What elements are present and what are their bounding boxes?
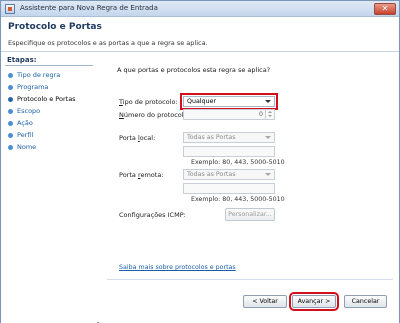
protocol-number-label: Número do protocolo:	[119, 111, 190, 119]
cancel-button[interactable]: Cancelar	[344, 295, 387, 308]
page-title: Protocolo e Portas	[8, 22, 102, 32]
next-button[interactable]: Avançar >	[289, 292, 339, 311]
remote-port-value: Todas as Portas	[187, 171, 236, 178]
step-bullet-icon	[8, 85, 13, 90]
step-label: Escopo	[17, 107, 41, 115]
steps-heading: Etapas:	[7, 56, 37, 64]
content-panel: A que portas e protocolos esta regra se …	[99, 53, 399, 323]
protocol-number-stepper[interactable]: 0	[183, 109, 275, 120]
footer-divider	[107, 279, 393, 280]
step-perfil[interactable]: Perfil	[6, 130, 94, 141]
step-bullet-icon	[8, 97, 13, 102]
firewall-app-icon	[5, 4, 15, 14]
wizard-window: Assistente para Nova Regra de Entrada ✕ …	[0, 0, 400, 323]
step-programa[interactable]: Programa	[6, 82, 94, 93]
steps-divider	[5, 65, 93, 66]
local-port-input[interactable]	[183, 146, 275, 157]
local-port-label: Porta local:	[119, 134, 156, 142]
spinner-arrows-icon[interactable]	[265, 110, 274, 119]
step-bullet-icon	[8, 145, 13, 150]
icmp-settings-label: Configurações ICMP:	[119, 211, 186, 219]
protocol-number-value: 0	[258, 111, 263, 118]
remote-port-label: Porta remota:	[119, 171, 164, 179]
back-button[interactable]: < Voltar	[243, 295, 287, 308]
question-text: A que portas e protocolos esta regra se …	[117, 66, 271, 74]
remote-port-example: Exemplo: 80, 443, 5000-5010	[191, 196, 285, 203]
chevron-down-icon	[265, 173, 271, 176]
customize-button[interactable]: Personalizar...	[225, 208, 275, 221]
step-label: Tipo de regra	[17, 71, 61, 79]
step-protocolo-e-portas[interactable]: Protocolo e Portas	[6, 94, 94, 105]
step-label: Nome	[17, 143, 37, 151]
step-bullet-icon	[8, 109, 13, 114]
protocol-type-select[interactable]: Qualquer	[180, 93, 278, 110]
protocol-type-value: Qualquer	[187, 98, 217, 105]
chevron-down-icon	[265, 100, 271, 103]
step-nome[interactable]: Nome	[6, 142, 94, 153]
wizard-header: Protocolo e Portas Especifique os protoc…	[1, 17, 399, 52]
steps-sidebar: Etapas: Tipo de regra Programa Protocolo…	[1, 53, 97, 323]
title-bar: Assistente para Nova Regra de Entrada ✕	[1, 1, 399, 17]
step-label: Programa	[17, 83, 49, 91]
remote-port-select[interactable]: Todas as Portas	[183, 169, 275, 180]
protocol-type-label: Tipo de protocolo:	[119, 98, 178, 106]
page-description: Especifique os protocolos e as portas a …	[8, 39, 208, 47]
close-button[interactable]: ✕	[374, 3, 396, 15]
local-port-value: Todas as Portas	[187, 134, 236, 141]
chevron-down-icon	[265, 136, 271, 139]
local-port-select[interactable]: Todas as Portas	[183, 132, 275, 143]
step-tipo-de-regra[interactable]: Tipo de regra	[6, 70, 94, 81]
learn-more-link[interactable]: Saiba mais sobre protocolos e portas	[119, 264, 236, 271]
remote-port-input[interactable]	[183, 183, 275, 194]
step-bullet-icon	[8, 73, 13, 78]
step-label: Ação	[17, 119, 33, 127]
step-label: Perfil	[17, 131, 34, 139]
step-label: Protocolo e Portas	[17, 95, 76, 103]
local-port-example: Exemplo: 80, 443, 5000-5010	[191, 159, 285, 166]
step-bullet-icon	[8, 133, 13, 138]
step-acao[interactable]: Ação	[6, 118, 94, 129]
window-title: Assistente para Nova Regra de Entrada	[20, 4, 158, 12]
step-bullet-icon	[8, 121, 13, 126]
step-escopo[interactable]: Escopo	[6, 106, 94, 117]
